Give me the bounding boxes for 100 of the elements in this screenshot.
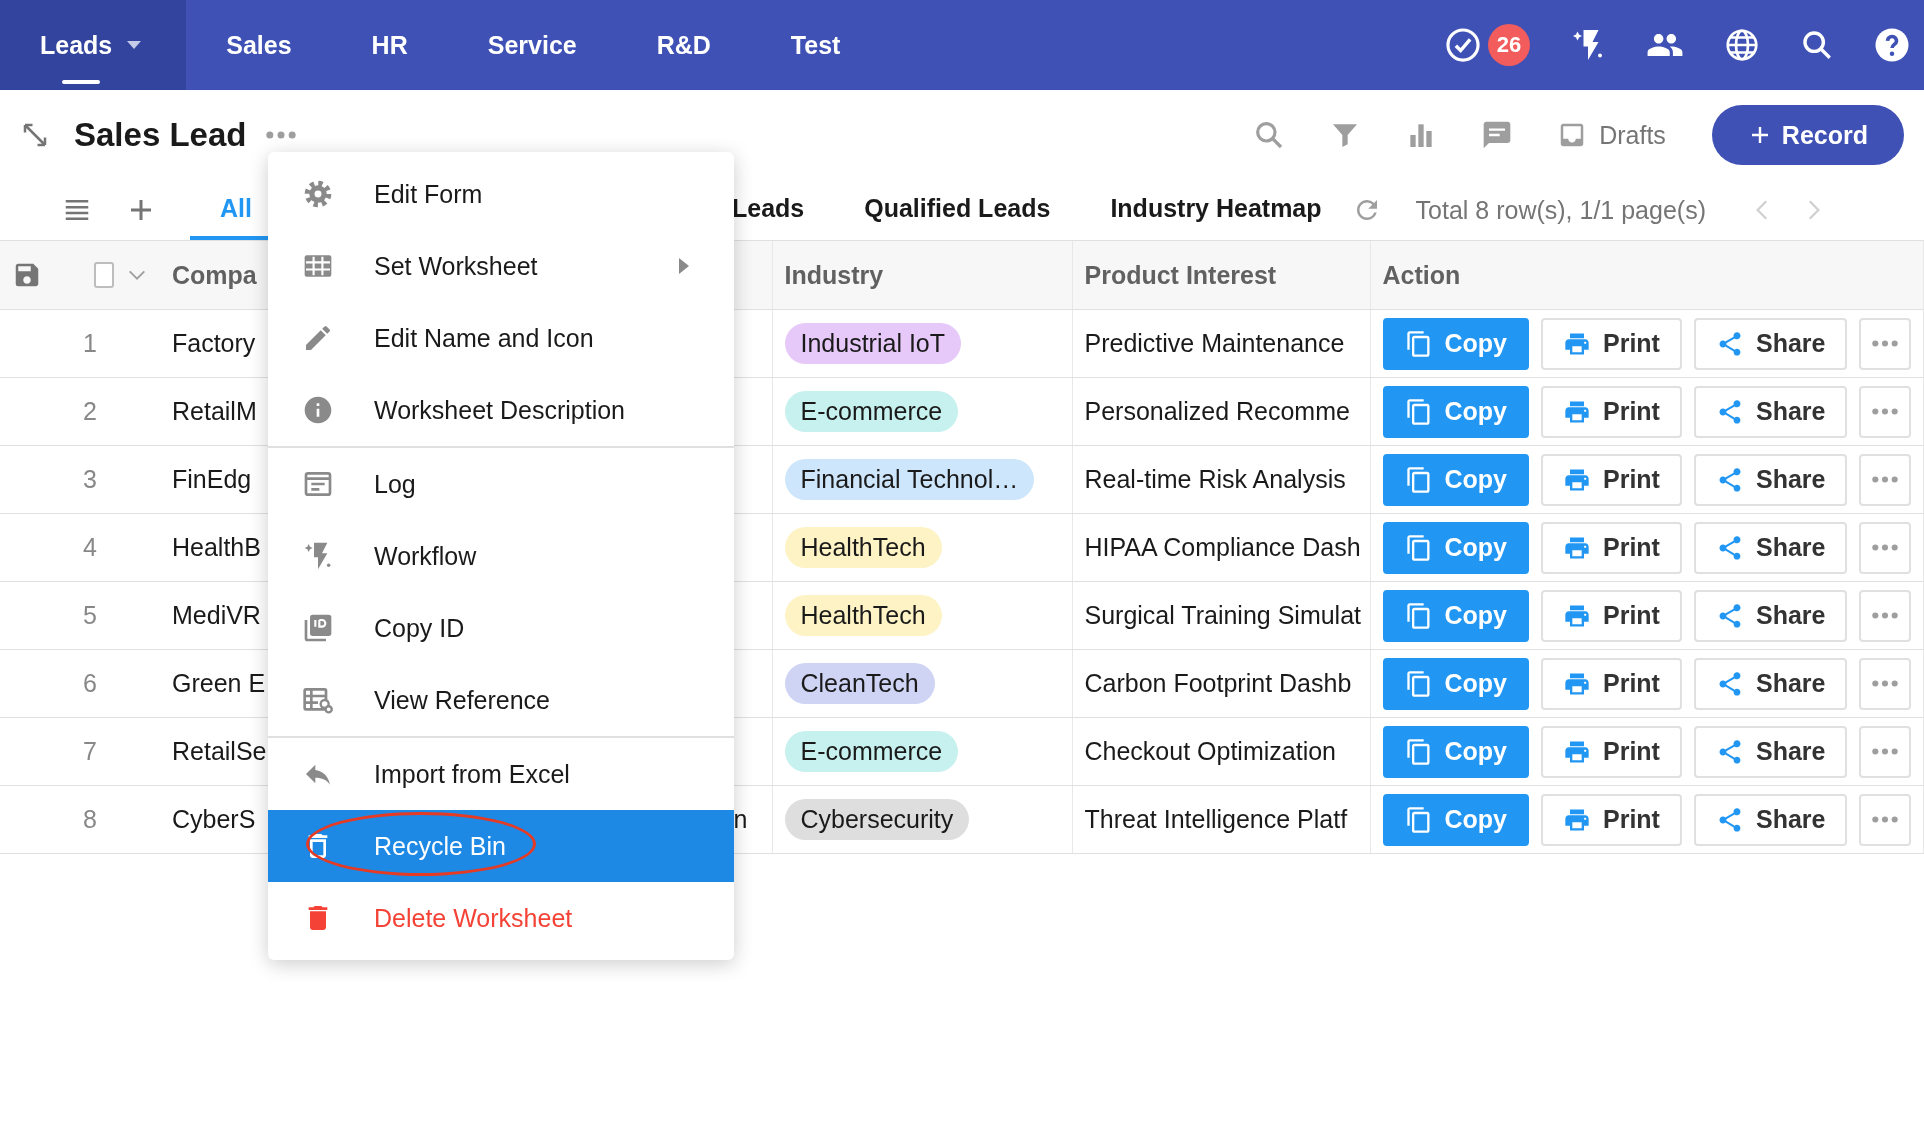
add-record-button[interactable]: Record [1711,105,1904,165]
more-icon [1872,544,1899,551]
row-count-text: Total 8 row(s), 1/1 page(s) [1415,195,1706,225]
table-cell: CyberS [172,805,256,833]
menu-item[interactable]: Log [268,448,734,520]
more-button[interactable] [1859,589,1911,642]
copy-icon [1404,533,1433,562]
info-icon [302,394,334,426]
nav-tab[interactable]: Test [750,0,881,90]
more-icon [1872,680,1899,687]
globe-icon[interactable] [1724,27,1760,63]
share-button[interactable]: Share [1693,317,1848,370]
id-card-icon [302,612,334,644]
copy-icon [1404,397,1433,426]
table-cell: HealthB [172,533,261,561]
industry-tag: Financial Technol… [784,459,1035,500]
more-button[interactable] [1859,385,1911,438]
nav-tab[interactable]: HR [331,0,448,90]
share-button[interactable]: Share [1693,725,1848,778]
table-cell: Green E [172,669,266,697]
column-header: Industry [784,260,884,289]
table-cell: Predictive Maintenance [1084,329,1345,357]
print-button[interactable]: Print [1541,385,1682,438]
print-button[interactable]: Print [1541,521,1682,574]
more-icon [1872,408,1899,415]
more-icon [1872,612,1899,619]
row-number: 8 [82,805,98,834]
table-cell: Factory [172,329,256,357]
more-button[interactable] [1859,657,1911,710]
nav-tab[interactable]: R&D [616,0,751,90]
select-all-checkbox[interactable] [94,262,114,288]
table-cell: n [733,805,748,833]
search-icon[interactable] [1800,28,1834,62]
more-icon [1872,748,1899,755]
menu-item[interactable]: Workflow [268,520,734,592]
menu-item[interactable]: Edit Name and Icon [268,302,734,374]
nav-tab[interactable]: Leads [0,0,187,90]
view-tab[interactable]: Qualified Leads [834,180,1081,240]
row-number: 7 [82,737,98,766]
industry-tag: E-commerce [784,391,959,432]
table-cell: MediVR [172,601,261,629]
more-button[interactable] [1859,725,1911,778]
share-button[interactable]: Share [1693,589,1848,642]
copy-icon [1404,737,1433,766]
help-icon[interactable] [1874,27,1910,63]
gear-icon [302,178,334,210]
more-icon [1872,340,1899,347]
share-button[interactable]: Share [1693,521,1848,574]
print-button[interactable]: Print [1541,725,1682,778]
column-header: Compa [172,260,257,289]
print-button[interactable]: Print [1541,657,1682,710]
row-number: 2 [82,397,98,426]
industry-tag: Cybersecurity [784,799,970,840]
industry-tag: HealthTech [784,527,942,568]
industry-tag: E-commerce [784,731,959,772]
share-button[interactable]: Share [1693,657,1848,710]
print-button[interactable]: Print [1541,317,1682,370]
table-cell: Checkout Optimization [1084,737,1336,765]
more-button[interactable] [1859,453,1911,506]
more-button[interactable] [1859,521,1911,574]
table-cell: RetailSe [172,737,267,765]
copy-icon [1404,601,1433,630]
row-number: 5 [82,601,98,630]
nav-tab[interactable]: Sales [186,0,332,90]
industry-tag: CleanTech [784,663,935,704]
table-cell: Carbon Footprint Dashb [1084,669,1352,697]
table-cell: Threat Intelligence Platf [1084,805,1348,833]
menu-item[interactable]: Delete Worksheet [268,882,734,954]
nav-tab[interactable]: Service [447,0,617,90]
menu-item[interactable]: Worksheet Description [268,374,734,446]
menu-item[interactable]: View Reference [268,664,734,736]
column-header: Action [1382,260,1461,289]
table-cell: Personalized Recomme [1084,397,1350,425]
more-icon [1872,816,1899,823]
print-button[interactable]: Print [1541,453,1682,506]
copy-icon [1404,329,1433,358]
copy-icon [1404,669,1433,698]
more-icon[interactable] [266,131,297,139]
industry-tag: Industrial IoT [784,323,961,364]
share-button[interactable]: Share [1693,453,1848,506]
more-button[interactable] [1859,793,1911,846]
notification-badge: 26 [1488,24,1530,66]
row-number: 3 [82,465,98,494]
print-button[interactable]: Print [1541,589,1682,642]
worksheet-title: Sales Lead [74,116,247,154]
row-number: 6 [82,669,98,698]
share-button[interactable]: Share [1693,385,1848,438]
menu-item[interactable]: Recycle Bin [268,810,734,882]
row-number: 4 [82,533,98,562]
print-button[interactable]: Print [1541,793,1682,846]
menu-item[interactable]: Import from Excel [268,738,734,810]
task-check-icon[interactable] [1444,26,1482,64]
drafts-link[interactable]: Drafts [1599,120,1666,150]
table-cell: Real-time Risk Analysis [1084,465,1346,493]
industry-tag: HealthTech [784,595,942,636]
more-button[interactable] [1859,317,1911,370]
menu-item[interactable]: Copy ID [268,592,734,664]
table-cell: Surgical Training Simulat [1084,601,1361,629]
share-button[interactable]: Share [1693,793,1848,846]
view-tab[interactable]: Industry Heatmap [1080,180,1352,240]
